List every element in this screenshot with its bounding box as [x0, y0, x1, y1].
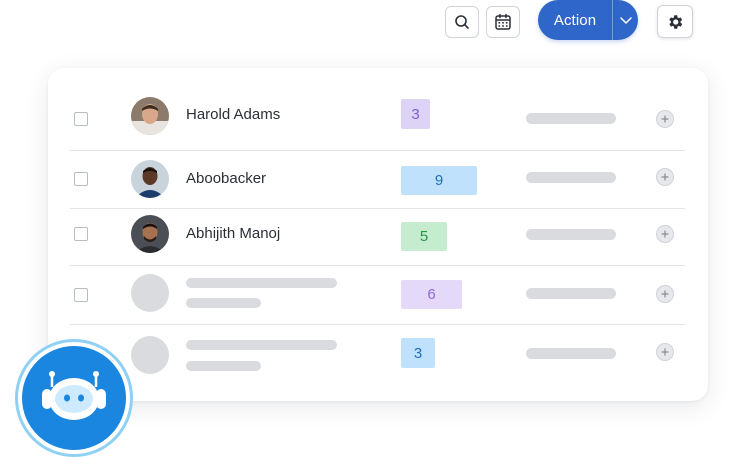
skeleton-bar	[526, 229, 616, 240]
count-badge-value: 9	[434, 172, 444, 189]
toolbar: Action	[0, 0, 756, 60]
bot-launcher-button[interactable]	[22, 346, 126, 450]
skeleton-bar	[526, 288, 616, 299]
avatar	[131, 97, 169, 135]
action-dropdown-button[interactable]	[613, 0, 638, 40]
plus-icon	[661, 290, 669, 298]
add-button[interactable]	[656, 225, 674, 243]
add-button[interactable]	[656, 343, 674, 361]
calendar-icon	[495, 13, 511, 30]
avatar-placeholder	[131, 336, 169, 374]
action-button[interactable]: Action	[538, 0, 612, 40]
count-badge: 3	[401, 99, 430, 129]
table-row: Harold Adams 3	[48, 68, 708, 150]
settings-button[interactable]	[657, 5, 693, 38]
user-name: Harold Adams	[186, 106, 281, 123]
user-name: Abhijith Manoj	[186, 225, 281, 242]
table-row: Abhijith Manoj 5	[48, 209, 708, 265]
search-button[interactable]	[445, 6, 479, 38]
row-checkbox[interactable]	[74, 288, 88, 302]
count-badge: 6	[401, 280, 462, 309]
plus-icon	[661, 173, 669, 181]
table-row: 3	[48, 325, 708, 391]
count-badge-value: 6	[427, 286, 436, 303]
skeleton-name	[186, 278, 337, 288]
search-icon	[455, 15, 469, 29]
avatar	[131, 215, 169, 253]
plus-icon	[661, 115, 669, 123]
plus-icon	[661, 230, 669, 238]
row-checkbox[interactable]	[74, 172, 88, 186]
table-row: 6	[48, 266, 708, 324]
skeleton-bar	[526, 172, 616, 183]
action-split-button: Action	[538, 0, 638, 40]
calendar-button[interactable]	[486, 6, 520, 38]
add-button[interactable]	[656, 168, 674, 186]
user-name: Aboobacker	[186, 170, 267, 187]
chevron-down-icon	[619, 17, 632, 24]
robot-icon	[42, 371, 106, 420]
skeleton-bar	[526, 348, 616, 359]
skeleton-bar	[526, 113, 616, 124]
skeleton-subtitle	[186, 361, 261, 371]
table-row: Aboobacker 9	[48, 151, 708, 208]
gear-icon	[669, 14, 683, 29]
count-badge-value: 5	[419, 228, 429, 245]
plus-icon	[661, 348, 669, 356]
users-card: Harold Adams 3 Aboobacker 9 Abhijith Man…	[48, 68, 708, 401]
skeleton-subtitle	[186, 298, 261, 308]
row-checkbox[interactable]	[74, 227, 88, 241]
add-button[interactable]	[656, 110, 674, 128]
add-button[interactable]	[656, 285, 674, 303]
action-button-label: Action	[553, 11, 597, 29]
count-badge-value: 3	[411, 105, 420, 123]
row-checkbox[interactable]	[74, 112, 88, 126]
skeleton-name	[186, 340, 337, 350]
count-badge: 5	[401, 222, 447, 251]
avatar	[131, 160, 169, 198]
count-badge-value: 3	[413, 344, 423, 362]
avatar-placeholder	[131, 274, 169, 312]
count-badge: 3	[401, 338, 435, 368]
count-badge: 9	[401, 166, 477, 195]
